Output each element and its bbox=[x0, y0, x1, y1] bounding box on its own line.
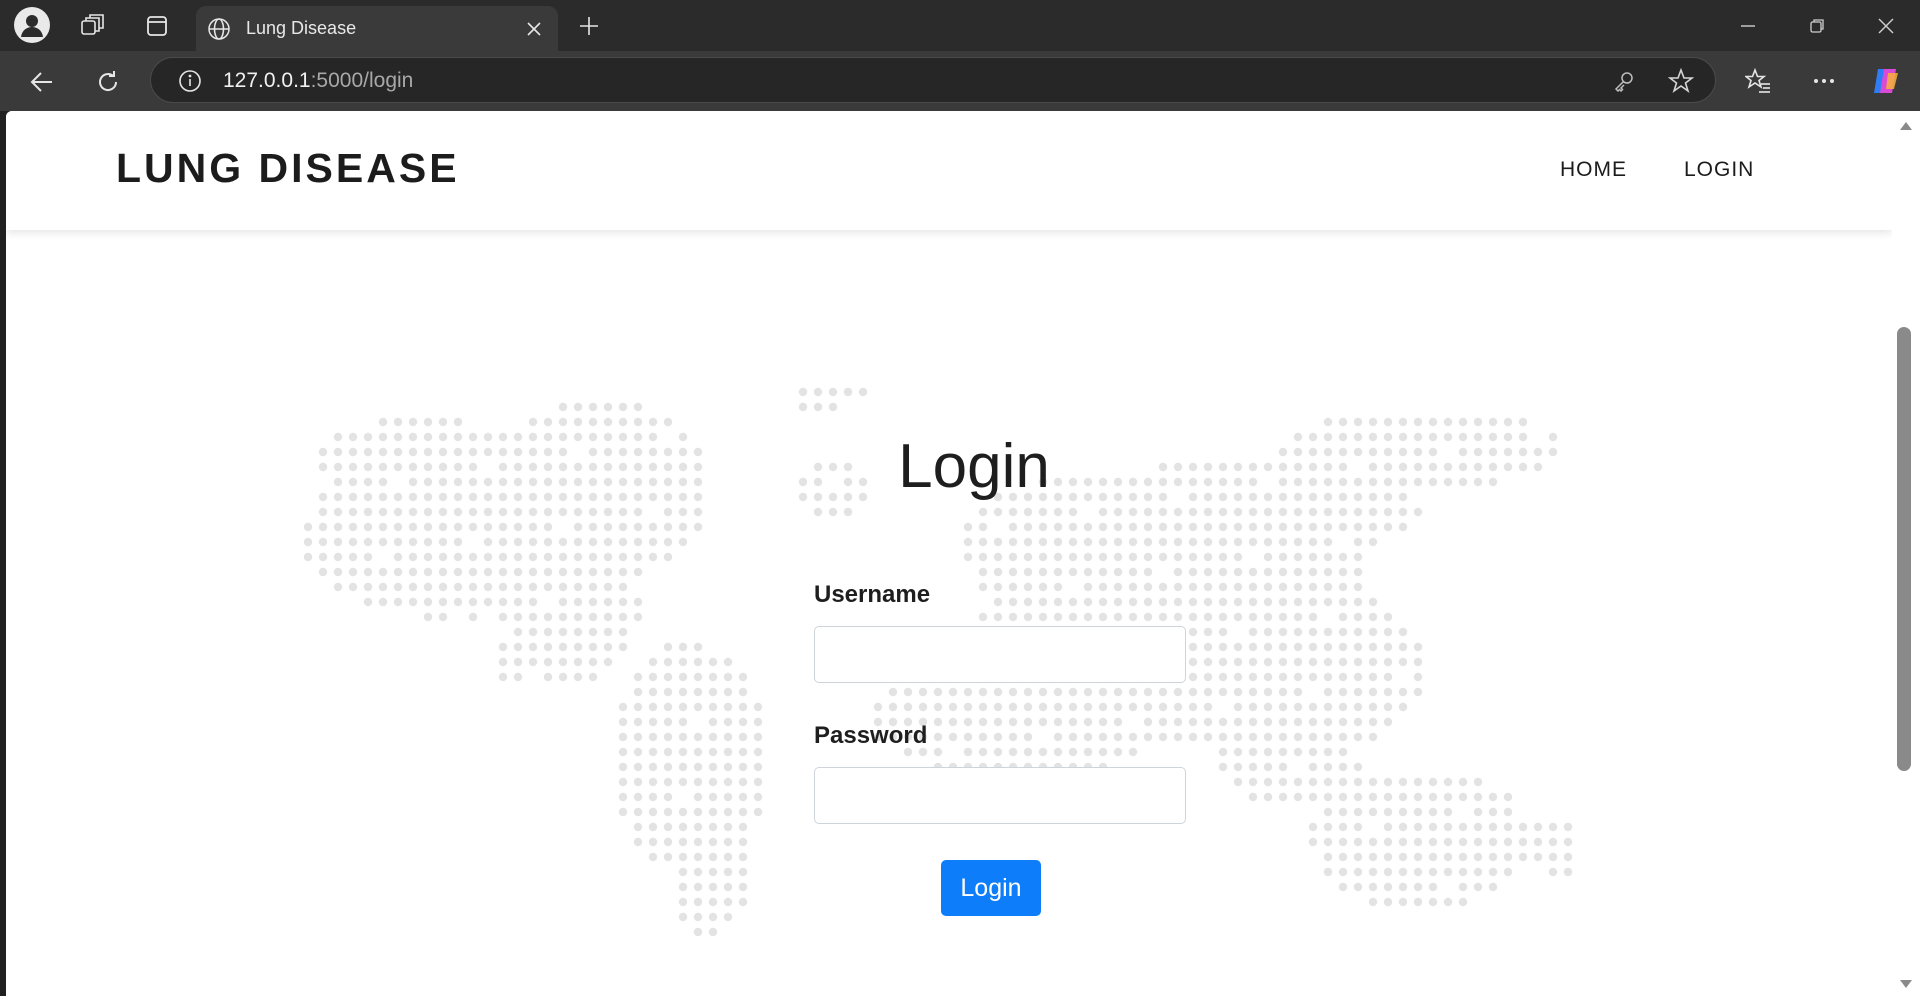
nav-link-login[interactable]: LOGIN bbox=[1684, 158, 1754, 182]
more-options-icon[interactable] bbox=[1808, 65, 1840, 97]
login-submit-button[interactable]: Login bbox=[941, 860, 1041, 916]
login-form: Login Username Password Login bbox=[6, 111, 1892, 996]
browser-tab-active[interactable]: Lung Disease bbox=[196, 6, 558, 51]
site-brand[interactable]: LUNG DISEASE bbox=[116, 145, 460, 192]
scroll-down-icon[interactable] bbox=[1899, 979, 1913, 989]
new-tab-icon[interactable] bbox=[575, 12, 603, 40]
url-text: 127.0.0.1:5000/login bbox=[223, 69, 414, 92]
page-viewport: LUNG DISEASE HOME LOGIN Login Username P… bbox=[6, 111, 1892, 996]
tab-title: Lung Disease bbox=[246, 18, 357, 38]
scrollbar-thumb[interactable] bbox=[1897, 327, 1911, 771]
tab-actions-icon[interactable] bbox=[143, 12, 171, 40]
profile-avatar-icon[interactable] bbox=[14, 7, 50, 43]
scroll-up-icon[interactable] bbox=[1899, 121, 1913, 131]
copilot-icon[interactable] bbox=[1868, 63, 1904, 99]
workspaces-icon[interactable] bbox=[78, 12, 106, 40]
close-tab-icon[interactable] bbox=[523, 18, 545, 40]
password-label: Password bbox=[814, 722, 928, 749]
browser-tab-bar: Lung Disease bbox=[0, 0, 1920, 51]
close-window-icon[interactable] bbox=[1872, 12, 1900, 40]
site-info-icon[interactable] bbox=[177, 68, 203, 94]
nav-link-home[interactable]: HOME bbox=[1560, 158, 1627, 182]
favorite-star-icon[interactable] bbox=[1667, 67, 1695, 95]
username-label: Username bbox=[814, 581, 931, 608]
globe-icon bbox=[206, 16, 232, 42]
favorites-icon[interactable] bbox=[1742, 65, 1774, 97]
back-icon[interactable] bbox=[26, 66, 58, 98]
username-input[interactable] bbox=[814, 626, 1186, 683]
minimize-icon[interactable] bbox=[1734, 12, 1762, 40]
address-bar[interactable]: 127.0.0.1:5000/login bbox=[150, 57, 1716, 103]
refresh-icon[interactable] bbox=[92, 66, 124, 98]
key-icon[interactable] bbox=[1611, 68, 1637, 94]
restore-icon[interactable] bbox=[1803, 12, 1831, 40]
login-title: Login bbox=[898, 432, 1050, 501]
browser-toolbar: 127.0.0.1:5000/login bbox=[0, 51, 1920, 111]
password-input[interactable] bbox=[814, 767, 1186, 824]
site-navbar: LUNG DISEASE HOME LOGIN bbox=[6, 111, 1892, 230]
